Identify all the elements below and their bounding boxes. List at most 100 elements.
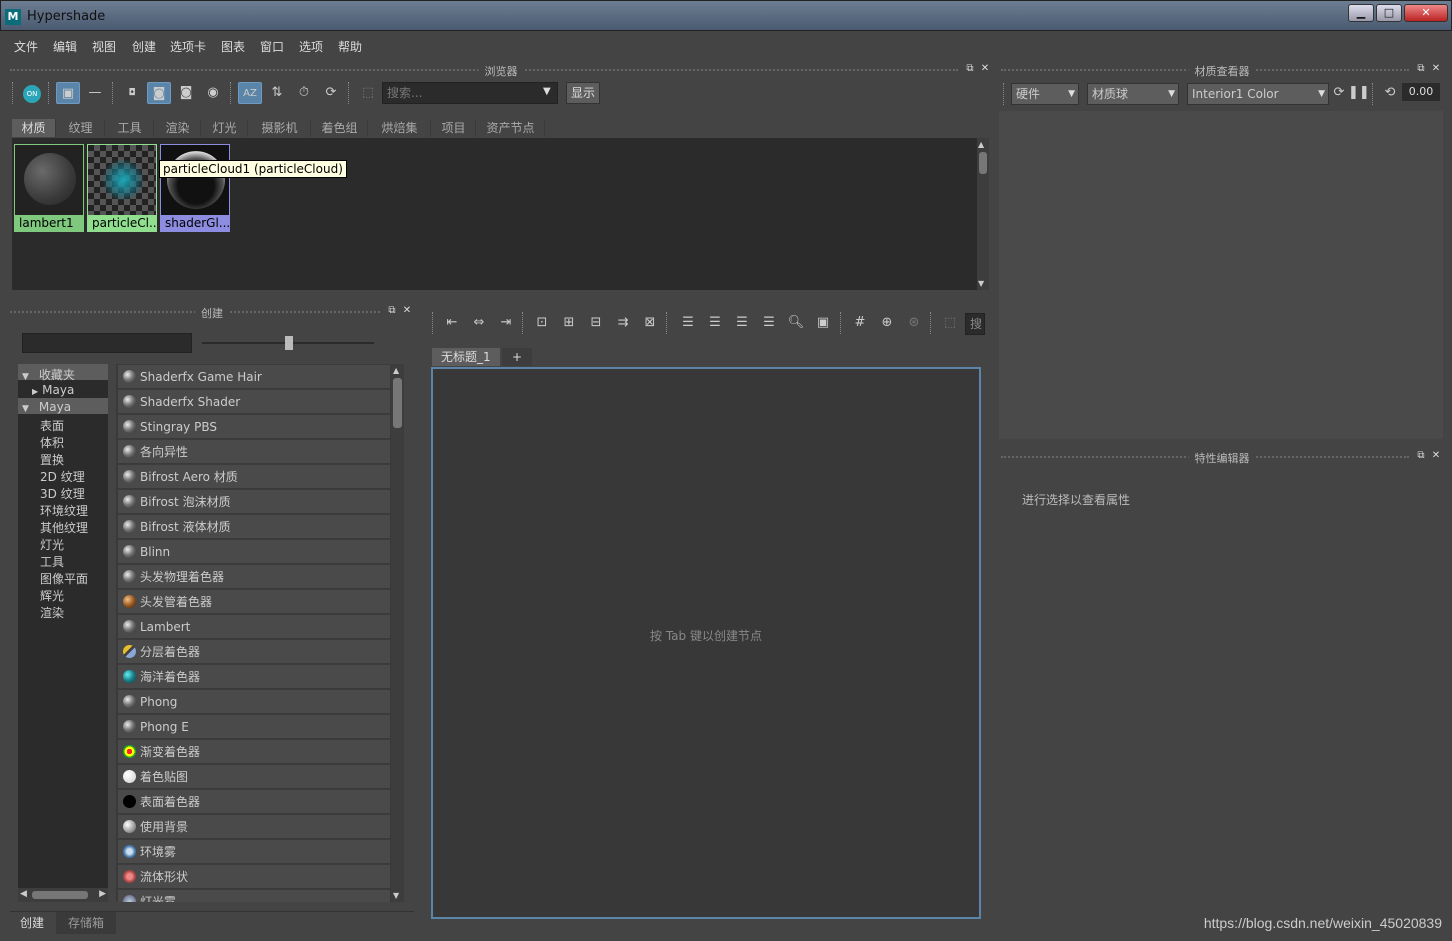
create-node-item[interactable]: 灯光雾 xyxy=(118,889,390,902)
frame-all-icon[interactable]: ⬚ xyxy=(938,312,962,334)
list-view-icon[interactable]: — xyxy=(83,82,107,104)
menu-tabs[interactable]: 选项卡 xyxy=(170,38,206,55)
tab-lights[interactable]: 灯光 xyxy=(202,119,248,137)
rotate-icon[interactable]: ⟲ xyxy=(1380,82,1400,104)
material-preview[interactable] xyxy=(999,111,1443,439)
create-node-item[interactable]: Bifrost 液体材质 xyxy=(118,514,390,538)
menu-help[interactable]: 帮助 xyxy=(338,38,362,55)
create-node-item[interactable]: Bifrost Aero 材质 xyxy=(118,464,390,488)
tree-item-rendering[interactable]: 渲染 xyxy=(40,604,64,621)
tab-rendering[interactable]: 渲染 xyxy=(155,119,201,137)
menu-edit[interactable]: 编辑 xyxy=(53,38,77,55)
select-network-icon[interactable]: ⊡ xyxy=(530,312,554,334)
create-node-item[interactable]: 表面着色器 xyxy=(118,789,390,813)
refresh-icon[interactable]: ⟳ xyxy=(319,82,343,104)
pin-node-icon[interactable]: ⊠ xyxy=(638,312,662,334)
float-panel-icon[interactable]: ⧉ xyxy=(1415,450,1427,462)
tab-projects[interactable]: 项目 xyxy=(432,119,476,137)
tab-bake-sets[interactable]: 烘焙集 xyxy=(369,119,431,137)
medium-swatch-icon[interactable]: ◙ xyxy=(147,82,171,104)
frame-icon[interactable]: ⬚ xyxy=(356,82,380,104)
node-graph-canvas[interactable]: 按 Tab 键以创建节点 xyxy=(431,367,981,919)
menu-window[interactable]: 窗口 xyxy=(260,38,284,55)
renderer-dropdown[interactable]: 硬件 ▼ xyxy=(1011,83,1079,105)
create-node-item[interactable]: Bifrost 泡沫材质 xyxy=(118,489,390,513)
create-node-item[interactable]: 流体形状 xyxy=(118,864,390,888)
create-node-item[interactable]: Shaderfx Game Hair xyxy=(118,364,390,388)
graph-tab-untitled[interactable]: 无标题_1 xyxy=(432,348,500,366)
create-node-item[interactable]: 头发物理着色器 xyxy=(118,564,390,588)
tree-item-volumetric[interactable]: 体积 xyxy=(40,434,64,451)
large-swatch-icon[interactable]: ◙ xyxy=(174,82,198,104)
tree-item-glow[interactable]: 辉光 xyxy=(40,587,64,604)
render-refresh-icon[interactable]: ⟳ xyxy=(1329,82,1349,104)
create-node-item[interactable]: Phong xyxy=(118,689,390,713)
swatch-lambert1[interactable]: lambert1 xyxy=(14,144,84,232)
create-list-scrollbar[interactable]: ▲ ▼ xyxy=(391,364,404,902)
input-connections-icon[interactable]: ⇤ xyxy=(440,312,464,334)
slider-handle[interactable] xyxy=(285,336,293,350)
float-panel-icon[interactable]: ⧉ xyxy=(964,63,976,75)
rotation-value-field[interactable]: 0.00 xyxy=(1402,83,1440,101)
maximize-button[interactable]: □ xyxy=(1376,4,1402,22)
tab-bins[interactable]: 存储箱 xyxy=(56,912,116,934)
sort-by-name-icon[interactable]: AZ xyxy=(238,82,262,104)
create-node-item[interactable]: Stingray PBS xyxy=(118,414,390,438)
float-panel-icon[interactable]: ⧉ xyxy=(1415,63,1427,75)
tab-shading-groups[interactable]: 着色组 xyxy=(312,119,368,137)
close-panel-icon[interactable]: ✕ xyxy=(979,63,991,75)
search-node-icon[interactable]: 🔍︎ xyxy=(784,312,808,334)
menu-create[interactable]: 创建 xyxy=(132,38,156,55)
add-nodes-icon[interactable]: ⊞ xyxy=(557,312,581,334)
tree-item-3d-textures[interactable]: 3D 纹理 xyxy=(40,485,85,502)
tree-item-env-textures[interactable]: 环境纹理 xyxy=(40,502,88,519)
remove-nodes-icon[interactable]: ⊟ xyxy=(584,312,608,334)
tab-cameras[interactable]: 摄影机 xyxy=(249,119,311,137)
create-node-item[interactable]: 各向异性 xyxy=(118,439,390,463)
tree-item-displacement[interactable]: 置换 xyxy=(40,451,64,468)
swatch-toggle-icon[interactable]: ▣ xyxy=(811,312,835,334)
tab-utilities[interactable]: 工具 xyxy=(106,119,154,137)
create-node-item[interactable]: Lambert xyxy=(118,614,390,638)
tree-item-other-textures[interactable]: 其他纹理 xyxy=(40,519,88,536)
graph-search-input[interactable]: 搜 xyxy=(965,313,985,335)
menu-file[interactable]: 文件 xyxy=(14,38,38,55)
float-panel-icon[interactable]: ⧉ xyxy=(386,305,398,317)
tree-item-surface[interactable]: 表面 xyxy=(40,417,64,434)
close-button[interactable]: ✕ xyxy=(1404,4,1448,22)
connected-mode-icon[interactable]: ☰ xyxy=(703,312,727,334)
create-node-item[interactable]: 环境雾 xyxy=(118,839,390,863)
search-dropdown-icon[interactable]: ▼ xyxy=(543,86,551,97)
menu-graph[interactable]: 图表 xyxy=(221,38,245,55)
create-node-item[interactable]: Phong E xyxy=(118,714,390,738)
tree-item-utilities[interactable]: 工具 xyxy=(40,553,64,570)
tab-create[interactable]: 创建 xyxy=(10,912,54,934)
grid-toggle-icon[interactable]: # xyxy=(848,312,872,334)
create-node-item[interactable]: 头发管着色器 xyxy=(118,589,390,613)
full-mode-icon[interactable]: ☰ xyxy=(730,312,754,334)
tree-item-2d-textures[interactable]: 2D 纹理 xyxy=(40,468,85,485)
show-button[interactable]: 显示 xyxy=(566,82,600,104)
tree-item-lights[interactable]: 灯光 xyxy=(40,536,64,553)
close-panel-icon[interactable]: ✕ xyxy=(1430,63,1442,75)
browser-scrollbar[interactable]: ▲ ▼ xyxy=(977,138,989,290)
swatch-shaderglow[interactable]: shaderGl... xyxy=(160,144,230,232)
close-panel-icon[interactable]: ✕ xyxy=(401,305,413,317)
create-node-item[interactable]: 使用背景 xyxy=(118,814,390,838)
graph-bookmark-icon[interactable]: ⊛ xyxy=(902,312,926,334)
environment-dropdown[interactable]: Interior1 Color ▼ xyxy=(1187,83,1329,105)
create-filter-input[interactable] xyxy=(22,333,192,353)
input-output-connections-icon[interactable]: ⇔ xyxy=(467,312,491,334)
rearrange-icon[interactable]: ⇉ xyxy=(611,312,635,334)
close-panel-icon[interactable]: ✕ xyxy=(1430,450,1442,462)
shape-dropdown[interactable]: 材质球 ▼ xyxy=(1087,83,1179,105)
tree-item-maya[interactable]: ▼ Maya xyxy=(22,400,71,414)
tab-textures[interactable]: 纹理 xyxy=(57,119,105,137)
simple-mode-icon[interactable]: ☰ xyxy=(676,312,700,334)
output-connections-icon[interactable]: ⇥ xyxy=(494,312,518,334)
tree-item-favorites[interactable]: ▼ 收藏夹 xyxy=(22,366,75,383)
icons-view-icon[interactable]: ▣ xyxy=(56,82,80,104)
pause-icon[interactable]: ❚❚ xyxy=(1348,82,1370,104)
tab-asset-nodes[interactable]: 资产节点 xyxy=(477,119,545,137)
browser-search-input[interactable]: 搜索... xyxy=(382,82,558,104)
